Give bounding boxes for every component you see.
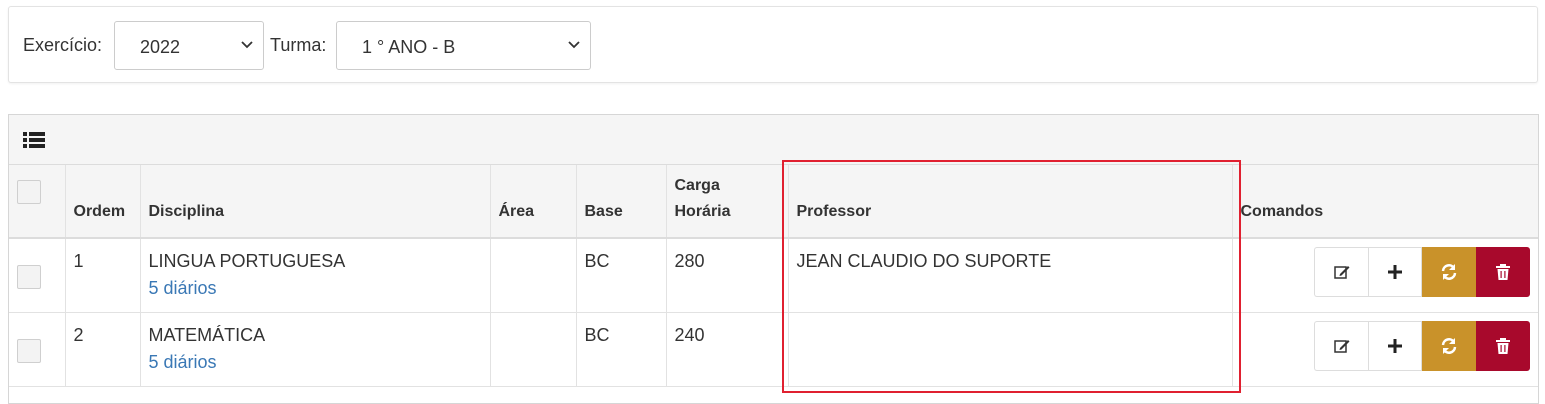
cell-comandos	[1232, 238, 1538, 312]
chevron-down-icon	[568, 41, 580, 49]
cell-disciplina: MATEMÁTICA 5 diários	[140, 312, 491, 386]
row-command-buttons	[1314, 247, 1530, 297]
plus-icon	[1388, 338, 1402, 353]
cell-base: BC	[576, 238, 667, 312]
col-professor[interactable]: Professor	[788, 165, 1233, 239]
cell-area	[490, 312, 577, 386]
cell-carga: 240	[666, 312, 789, 386]
refresh-icon	[1441, 337, 1457, 354]
select-all-checkbox[interactable]	[17, 180, 41, 204]
col-base[interactable]: Base	[576, 165, 667, 239]
grid-toolbar	[9, 115, 1538, 165]
cell-area	[490, 238, 577, 312]
cell-carga: 280	[666, 238, 789, 312]
col-ordem[interactable]: Ordem	[65, 165, 141, 239]
trash-icon	[1496, 264, 1510, 280]
delete-button[interactable]	[1476, 320, 1530, 371]
col-carga-horaria[interactable]: Carga Horária	[666, 165, 789, 239]
sync-button[interactable]	[1422, 247, 1476, 297]
col-area[interactable]: Área	[490, 165, 577, 239]
cell-base: BC	[576, 312, 667, 386]
disciplinas-grid: Ordem Disciplina Área Base Carga Horária…	[8, 114, 1539, 404]
col-carga-line2: Horária	[674, 203, 731, 220]
grid-table: Ordem Disciplina Área Base Carga Horária…	[9, 165, 1538, 387]
cell-disciplina: LINGUA PORTUGUESA 5 diários	[140, 238, 491, 312]
sync-button[interactable]	[1422, 320, 1476, 371]
cell-comandos	[1232, 312, 1538, 386]
cell-professor	[788, 312, 1233, 386]
plus-icon	[1388, 265, 1402, 279]
add-button[interactable]	[1368, 320, 1422, 371]
col-comandos: Comandos	[1232, 165, 1538, 239]
disciplina-name: LINGUA PORTUGUESA	[148, 251, 346, 271]
exercicio-select[interactable]: 2022	[114, 21, 264, 70]
col-carga-line1: Carga	[674, 177, 720, 194]
exercicio-label: Exercício:	[23, 35, 103, 55]
delete-button[interactable]	[1476, 247, 1530, 297]
row-select-cell	[9, 238, 66, 312]
chevron-down-icon	[241, 41, 253, 49]
table-row: 2 MATEMÁTICA 5 diários BC 240	[9, 312, 1538, 386]
trash-icon	[1496, 337, 1510, 354]
row-checkbox[interactable]	[17, 265, 41, 289]
diarios-link[interactable]: 5 diários	[149, 275, 482, 302]
turma-label: Turma:	[270, 35, 327, 55]
edit-icon	[1333, 266, 1349, 279]
exercicio-value: 2022	[140, 37, 181, 57]
diarios-link[interactable]: 5 diários	[149, 349, 482, 376]
cell-ordem: 2	[65, 312, 141, 386]
select-all-cell	[9, 165, 66, 239]
turma-select[interactable]: 1 ° ANO - B	[336, 21, 591, 70]
row-select-cell	[9, 312, 66, 386]
cell-ordem: 1	[65, 238, 141, 312]
filter-panel: Exercício: 2022 Turma: 1 ° ANO - B	[8, 6, 1538, 83]
add-button[interactable]	[1368, 247, 1422, 297]
table-row: 1 LINGUA PORTUGUESA 5 diários BC 280 JEA…	[9, 238, 1538, 312]
edit-icon	[1333, 339, 1349, 353]
list-icon[interactable]	[23, 132, 45, 148]
header-row: Ordem Disciplina Área Base Carga Horária…	[9, 165, 1538, 239]
edit-button[interactable]	[1314, 320, 1368, 371]
cell-professor: JEAN CLAUDIO DO SUPORTE	[788, 238, 1233, 312]
edit-button[interactable]	[1314, 247, 1368, 297]
turma-value: 1 ° ANO - B	[362, 37, 456, 57]
row-checkbox[interactable]	[17, 338, 41, 363]
disciplina-name: MATEMÁTICA	[148, 324, 266, 345]
col-disciplina[interactable]: Disciplina	[140, 165, 491, 239]
row-command-buttons	[1314, 320, 1530, 371]
refresh-icon	[1441, 264, 1457, 280]
